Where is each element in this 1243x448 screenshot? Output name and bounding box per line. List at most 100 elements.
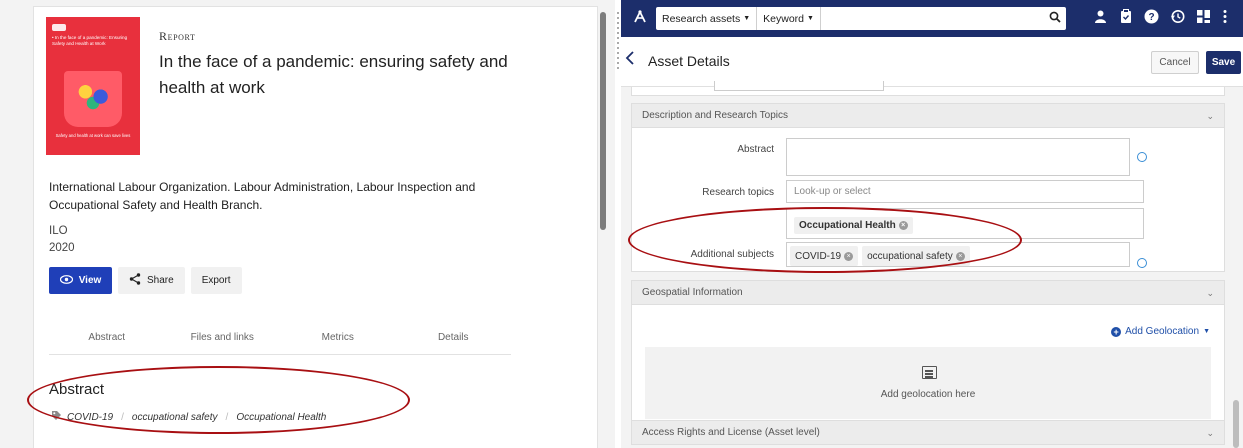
right-scrollbar[interactable] xyxy=(1233,400,1239,448)
export-button[interactable]: Export xyxy=(190,267,242,294)
view-button[interactable]: View xyxy=(49,267,112,294)
cover-title: • In the face of a pandemic: Ensuring Sa… xyxy=(52,35,128,46)
research-topics-label: Research topics xyxy=(702,187,774,198)
details-form: Description and Research Topics ⌄ Abstra… xyxy=(631,81,1225,448)
caret-down-icon: ▼ xyxy=(807,15,814,22)
tab-files-and-links[interactable]: Files and links xyxy=(165,325,281,354)
top-bar-icons: ? xyxy=(1093,9,1228,28)
cover-subtitle: Safety and health at work can save lives xyxy=(55,133,131,138)
chip-label: Occupational Health xyxy=(799,220,896,231)
cover-illustration xyxy=(64,71,122,127)
abstract-textarea[interactable] xyxy=(786,138,1130,176)
view-label: View xyxy=(78,275,102,286)
record-title: In the face of a pandemic: ensuring safe… xyxy=(159,52,508,97)
search-icon[interactable] xyxy=(1044,11,1066,26)
share-icon xyxy=(129,273,141,288)
more-vert-icon[interactable] xyxy=(1222,9,1228,28)
search-field-dropdown[interactable]: Keyword ▼ xyxy=(757,7,821,30)
additional-subjects-label: Additional subjects xyxy=(690,249,774,260)
chip-label: COVID-19 xyxy=(795,250,842,262)
record-authors[interactable]: International Labour Organization. Labou… xyxy=(49,178,519,214)
tab-details[interactable]: Details xyxy=(396,325,512,354)
tag-icon xyxy=(51,410,62,424)
tab-metrics[interactable]: Metrics xyxy=(280,325,396,354)
section-description-header[interactable]: Description and Research Topics ⌄ xyxy=(631,103,1225,128)
asset-details-panel: Research assets ▼ Keyword ▼ ? Asset Deta… xyxy=(621,0,1243,448)
share-label: Share xyxy=(147,275,174,286)
record-year: 2020 xyxy=(49,242,75,254)
abstract-heading: Abstract xyxy=(49,381,105,398)
cover-thumbnail[interactable]: • In the face of a pandemic: Ensuring Sa… xyxy=(46,17,140,155)
item-type-label: Report xyxy=(159,29,196,43)
section-title: Access Rights and License (Asset level) xyxy=(642,427,820,438)
search-scope-value: Research assets xyxy=(662,12,741,25)
subject-chip[interactable]: COVID-19 × xyxy=(790,246,859,266)
remove-chip-icon[interactable]: × xyxy=(844,251,854,261)
search-input[interactable] xyxy=(820,8,1044,29)
subject-tag[interactable]: Occupational Health xyxy=(236,412,326,423)
subject-tags: COVID-19 / occupational safety / Occupat… xyxy=(51,410,326,424)
globe-icon[interactable] xyxy=(1137,152,1147,162)
research-topics-chips: Occupational Health × xyxy=(786,208,1144,239)
record-actions: View Share Export xyxy=(49,267,242,294)
chevron-down-icon[interactable]: ⌄ xyxy=(1206,421,1214,445)
section-title: Description and Research Topics xyxy=(642,110,789,121)
help-icon[interactable]: ? xyxy=(1144,9,1159,28)
page-title: Asset Details xyxy=(648,53,730,69)
cut-off-input[interactable] xyxy=(714,81,884,91)
history-icon[interactable] xyxy=(1170,9,1185,28)
section-title: Geospatial Information xyxy=(642,287,743,298)
caret-down-icon: ▼ xyxy=(1203,328,1210,335)
remove-chip-icon[interactable]: × xyxy=(955,251,965,261)
user-icon[interactable] xyxy=(1093,9,1108,28)
tab-abstract[interactable]: Abstract xyxy=(49,325,165,354)
record-publisher: ILO xyxy=(49,225,68,237)
ilo-logo xyxy=(52,24,66,31)
list-icon xyxy=(922,366,937,379)
section-geospatial-body: + Add Geolocation ▼ Add geolocation here xyxy=(631,305,1225,433)
search-scope-dropdown[interactable]: Research assets ▼ xyxy=(656,7,758,30)
svg-text:?: ? xyxy=(1148,12,1154,23)
asset-details-header: Asset Details Cancel Save xyxy=(621,37,1243,87)
section-access-header[interactable]: Access Rights and License (Asset level) … xyxy=(631,420,1225,445)
cancel-button[interactable]: Cancel xyxy=(1151,51,1199,74)
remove-chip-icon[interactable]: × xyxy=(898,221,908,230)
chevron-down-icon[interactable]: ⌄ xyxy=(1206,104,1214,128)
caret-down-icon: ▼ xyxy=(743,15,751,22)
section-geospatial-header[interactable]: Geospatial Information ⌄ xyxy=(631,280,1225,305)
section-description-body: Abstract Research topics Look-up or sele… xyxy=(631,128,1225,272)
abstract-label: Abstract xyxy=(737,144,774,155)
globe-icon[interactable] xyxy=(1137,258,1147,268)
record-card: • In the face of a pandemic: Ensuring Sa… xyxy=(33,6,598,448)
export-label: Export xyxy=(201,275,231,286)
chip-label: occupational safety xyxy=(867,250,953,262)
chevron-down-icon[interactable]: ⌄ xyxy=(1206,281,1214,305)
subject-tag[interactable]: COVID-19 xyxy=(67,412,113,423)
divider-grip[interactable] xyxy=(617,12,619,72)
add-geolocation-button[interactable]: + Add Geolocation ▼ xyxy=(1111,326,1210,337)
add-geolocation-label: Add Geolocation xyxy=(1125,326,1200,337)
additional-subjects-input[interactable]: COVID-19 × occupational safety × xyxy=(786,242,1130,267)
search-bar: Research assets ▼ Keyword ▼ xyxy=(656,7,1066,30)
research-topics-input[interactable]: Look-up or select xyxy=(786,180,1144,203)
tag-separator: / xyxy=(121,411,124,423)
geolocation-placeholder[interactable]: Add geolocation here xyxy=(645,347,1211,419)
subject-chip[interactable]: occupational safety × xyxy=(862,246,970,266)
save-button[interactable]: Save xyxy=(1206,51,1241,74)
clipboard-icon[interactable] xyxy=(1119,9,1133,28)
top-bar: Research assets ▼ Keyword ▼ ? xyxy=(621,0,1243,37)
subject-tag[interactable]: occupational safety xyxy=(132,412,218,423)
plus-circle-icon: + xyxy=(1111,326,1122,337)
previous-section-fragment xyxy=(631,81,1225,96)
tag-separator: / xyxy=(225,411,229,423)
discovery-panel: • In the face of a pandemic: Ensuring Sa… xyxy=(0,0,615,448)
share-button[interactable]: Share xyxy=(118,267,185,294)
research-topic-chip[interactable]: Occupational Health × xyxy=(794,217,913,234)
record-tabs: Abstract Files and links Metrics Details xyxy=(49,325,511,355)
chevron-left-icon[interactable] xyxy=(625,51,635,70)
research-hub-icon[interactable] xyxy=(632,9,648,30)
geolocation-hint: Add geolocation here xyxy=(880,389,976,400)
grid-icon[interactable] xyxy=(1196,9,1211,28)
eye-icon xyxy=(59,274,73,287)
left-scrollbar[interactable] xyxy=(600,12,606,230)
